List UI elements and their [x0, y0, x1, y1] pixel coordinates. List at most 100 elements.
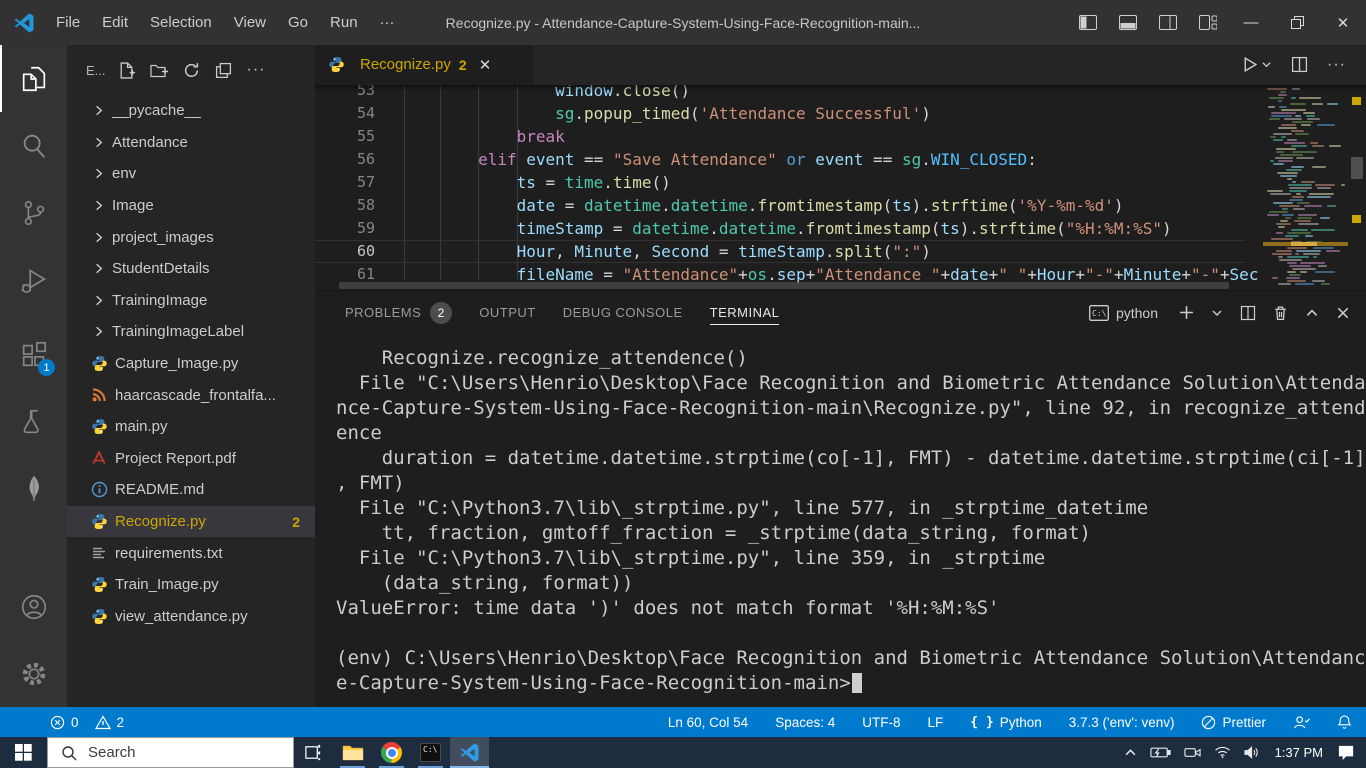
sidebar-item-view-attendance-py[interactable]: view_attendance.py	[67, 601, 315, 633]
code-line-57[interactable]: 57 ts = time.time()	[315, 171, 1245, 194]
minimize-button[interactable]: —	[1228, 0, 1274, 45]
action-center-icon[interactable]	[1338, 745, 1354, 760]
menu-item-edit[interactable]: Edit	[91, 14, 139, 31]
notifications-bell-icon[interactable]	[1337, 714, 1352, 730]
code-line-60[interactable]: 60 Hour, Minute, Second = timeStamp.spli…	[315, 240, 1245, 263]
search-icon[interactable]	[0, 112, 67, 179]
sidebar-item-image[interactable]: Image	[67, 190, 315, 222]
sidebar-item-haarcascade-frontalfa-[interactable]: haarcascade_frontalfa...	[67, 379, 315, 411]
code-editor[interactable]: 53 window.close() 54 sg.popup_timed('Atte…	[315, 84, 1366, 290]
code-line-58[interactable]: 58 date = datetime.datetime.fromtimestam…	[315, 194, 1245, 217]
restore-button[interactable]	[1274, 0, 1320, 45]
sidebar-item-main-py[interactable]: main.py	[67, 411, 315, 443]
panel-tab-debug-console[interactable]: DEBUG CONSOLE	[563, 291, 683, 335]
code-line-59[interactable]: 59 timeStamp = datetime.datetime.fromtim…	[315, 217, 1245, 240]
new-file-icon[interactable]	[118, 61, 135, 79]
code-line-54[interactable]: 54 sg.popup_timed('Attendance Successful…	[315, 102, 1245, 125]
sidebar-item-env[interactable]: env	[67, 158, 315, 190]
toggle-sidebar-icon[interactable]	[1068, 0, 1108, 45]
maximize-panel-icon[interactable]	[1305, 306, 1319, 320]
panel-tab-output[interactable]: OUTPUT	[479, 291, 535, 335]
sidebar-item-project-report-pdf[interactable]: Project Report.pdf	[67, 443, 315, 475]
mongodb-leaf-icon[interactable]	[0, 455, 67, 522]
cmd-taskbar-icon[interactable]: C:\	[411, 737, 450, 768]
vscode-taskbar-icon[interactable]	[450, 737, 489, 768]
run-debug-icon[interactable]	[0, 246, 67, 313]
close-panel-icon[interactable]	[1336, 306, 1350, 320]
testing-icon[interactable]	[0, 388, 67, 455]
sidebar-item-capture-image-py[interactable]: Capture_Image.py	[67, 348, 315, 380]
source-control-icon[interactable]	[0, 179, 67, 246]
taskbar-search-input[interactable]: Search	[47, 737, 294, 768]
editor-vertical-scrollbar[interactable]	[1348, 84, 1366, 290]
task-view-button[interactable]	[294, 737, 333, 768]
terminal-output[interactable]: Recognize.recognize_attendence() File "C…	[315, 335, 1366, 707]
terminal-instance[interactable]: C:\ python	[1089, 305, 1158, 321]
collapse-folders-icon[interactable]	[215, 62, 232, 79]
feedback-icon[interactable]	[1293, 715, 1310, 730]
run-python-file-button[interactable]	[1241, 56, 1272, 73]
encoding-status[interactable]: UTF-8	[862, 715, 900, 730]
scrollbar-thumb[interactable]	[1351, 156, 1363, 179]
file-explorer-taskbar-icon[interactable]	[333, 737, 372, 768]
menu-item-go[interactable]: Go	[277, 14, 319, 31]
editor-horizontal-scrollbar[interactable]	[315, 280, 1245, 290]
menu-item-run[interactable]: Run	[319, 14, 369, 31]
tab-recognize-py[interactable]: Recognize.py 2 ✕	[315, 45, 534, 85]
sidebar-item-readme-md[interactable]: README.md	[67, 474, 315, 506]
menu-item-view[interactable]: View	[223, 14, 277, 31]
explorer-icon[interactable]	[0, 45, 67, 112]
sidebar-item-train-image-py[interactable]: Train_Image.py	[67, 569, 315, 601]
customize-layout-icon[interactable]	[1188, 0, 1228, 45]
new-folder-icon[interactable]	[149, 62, 168, 79]
cursor-position-status[interactable]: Ln 60, Col 54	[668, 715, 748, 730]
sidebar-item-project-images[interactable]: project_images	[67, 221, 315, 253]
formatter-status[interactable]: Prettier	[1201, 715, 1266, 730]
indentation-status[interactable]: Spaces: 4	[775, 715, 835, 730]
toggle-secondary-sidebar-icon[interactable]	[1148, 0, 1188, 45]
toggle-panel-icon[interactable]	[1108, 0, 1148, 45]
extensions-icon[interactable]: 1	[0, 321, 67, 388]
split-editor-icon[interactable]	[1291, 56, 1308, 73]
more-actions-icon[interactable]: ···	[247, 61, 266, 79]
language-mode-status[interactable]: { } Python	[970, 715, 1042, 730]
split-terminal-icon[interactable]	[1240, 305, 1256, 321]
panel-tab-terminal[interactable]: TERMINAL	[709, 291, 780, 335]
meet-now-camera-icon[interactable]	[1183, 746, 1201, 759]
new-terminal-icon[interactable]	[1179, 305, 1194, 320]
eol-status[interactable]: LF	[927, 715, 943, 730]
code-line-56[interactable]: 56 elif event == "Save Attendance" or ev…	[315, 148, 1245, 171]
editor-more-actions-icon[interactable]: ···	[1327, 56, 1346, 74]
tab-close-icon[interactable]: ✕	[479, 56, 492, 74]
menu-item-selection[interactable]: Selection	[139, 14, 223, 31]
accounts-icon[interactable]	[0, 573, 67, 640]
code-line-53[interactable]: 53 window.close()	[315, 85, 1245, 102]
menu-item-file[interactable]: File	[45, 14, 91, 31]
volume-icon[interactable]	[1244, 746, 1260, 759]
start-button[interactable]	[0, 737, 47, 768]
sidebar-item--pycache-[interactable]: __pycache__	[67, 95, 315, 127]
tray-expand-icon[interactable]	[1124, 746, 1137, 759]
chrome-taskbar-icon[interactable]	[372, 737, 411, 768]
settings-gear-icon[interactable]	[0, 640, 67, 707]
wifi-icon[interactable]	[1214, 746, 1231, 759]
terminal-dropdown-icon[interactable]	[1211, 307, 1223, 319]
chevron-right-icon	[91, 103, 112, 118]
menu-item-[interactable]: ···	[369, 14, 406, 31]
code-line-55[interactable]: 55 break	[315, 125, 1245, 148]
panel-tab-problems[interactable]: PROBLEMS 2	[345, 291, 453, 335]
sidebar-item-requirements-txt[interactable]: requirements.txt	[67, 537, 315, 569]
close-window-button[interactable]: ✕	[1320, 0, 1366, 45]
problems-status[interactable]: 0 2	[50, 715, 124, 730]
python-interpreter-status[interactable]: 3.7.3 ('env': venv)	[1069, 715, 1175, 730]
sidebar-item-studentdetails[interactable]: StudentDetails	[67, 253, 315, 285]
clock[interactable]: 1:37 PM	[1275, 745, 1323, 760]
minimap[interactable]	[1263, 84, 1348, 290]
refresh-icon[interactable]	[183, 62, 200, 79]
sidebar-item-trainingimagelabel[interactable]: TrainingImageLabel	[67, 316, 315, 348]
sidebar-item-trainingimage[interactable]: TrainingImage	[67, 285, 315, 317]
kill-terminal-icon[interactable]	[1273, 305, 1288, 321]
sidebar-item-attendance[interactable]: Attendance	[67, 127, 315, 159]
sidebar-item-recognize-py[interactable]: Recognize.py 2	[67, 505, 315, 538]
battery-icon[interactable]	[1149, 746, 1171, 759]
